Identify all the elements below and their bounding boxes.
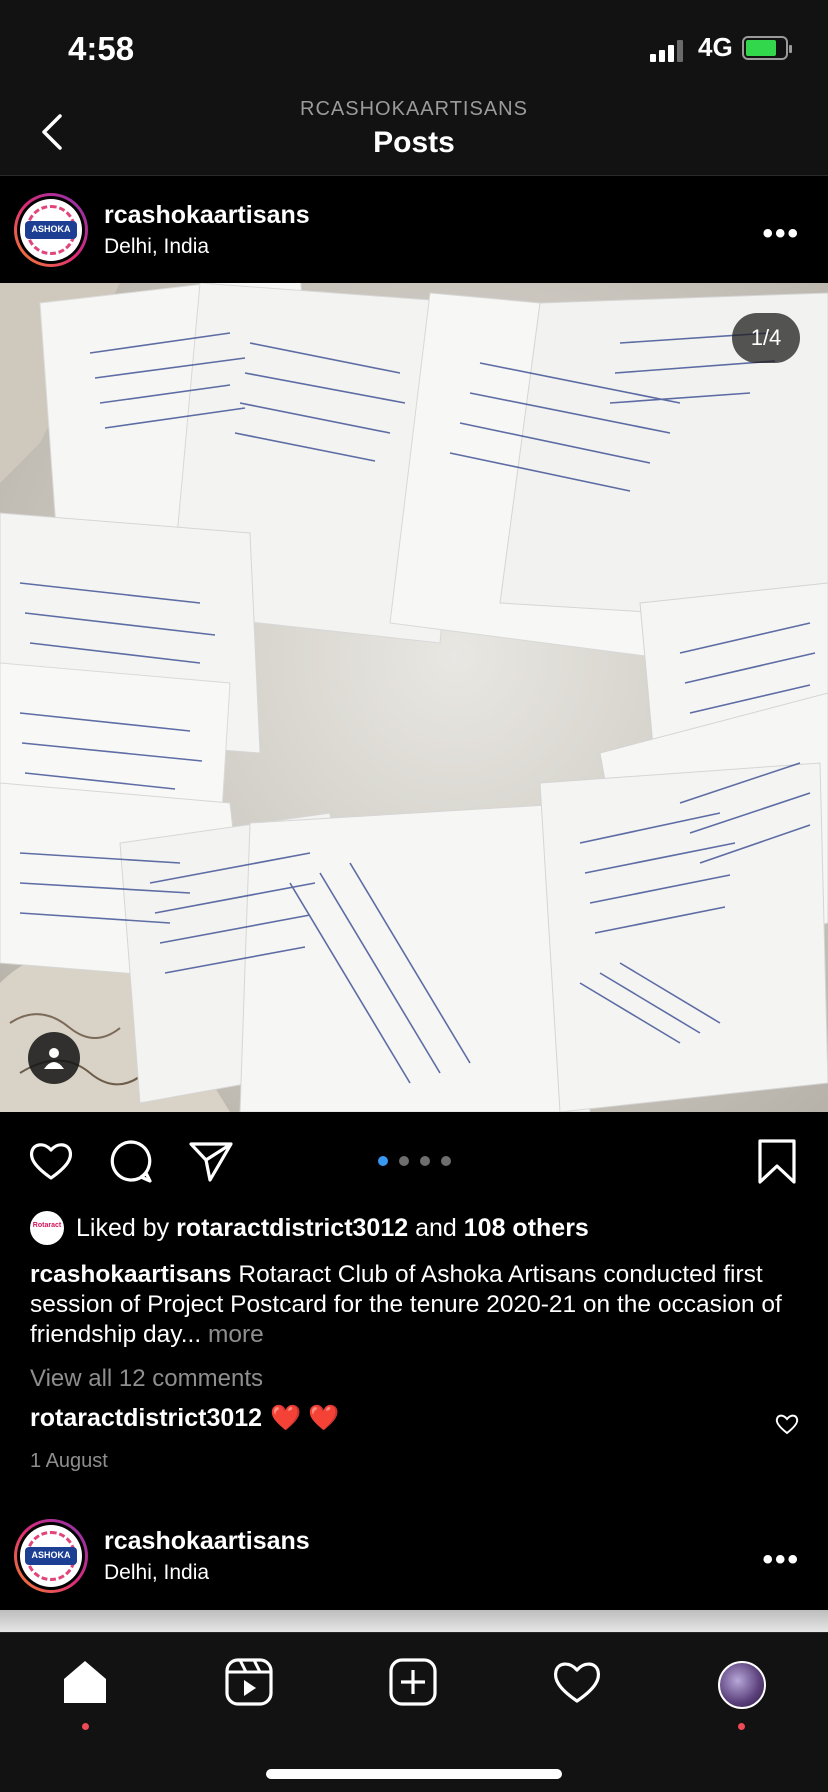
carousel-dot	[441, 1156, 451, 1166]
paper-plane-icon[interactable]	[186, 1136, 236, 1186]
comment-text: ❤️ ❤️	[270, 1404, 340, 1432]
comment: rotaractdistrict3012 ❤️ ❤️	[30, 1404, 339, 1433]
likes-middle: and	[415, 1213, 457, 1242]
post-username[interactable]: rcashokaartisans	[104, 1527, 310, 1556]
next-post-image[interactable]	[0, 1610, 828, 1632]
status-bar: 4:58 4G	[0, 0, 828, 90]
post-image[interactable]: 1/4	[0, 283, 828, 1112]
bottom-tab-bar	[0, 1632, 828, 1792]
post-header-next: ASHOKA rcashokaartisans Delhi, India •••	[0, 1503, 828, 1609]
account-label: RCASHOKAARTISANS	[300, 98, 528, 120]
post-location[interactable]: Delhi, India	[104, 235, 209, 259]
bookmark-icon[interactable]	[752, 1136, 802, 1186]
avatar[interactable]: ASHOKA	[14, 193, 88, 267]
liker-avatar: Rotaract	[30, 1211, 64, 1245]
post-actions	[0, 1112, 828, 1208]
activity-heart-icon[interactable]	[550, 1655, 604, 1709]
avatar-brand-text: ASHOKA	[31, 223, 71, 234]
heart-icon[interactable]	[26, 1136, 76, 1186]
likes-others[interactable]: 108 others	[464, 1214, 589, 1243]
avatar-brand-text: ASHOKA	[31, 1549, 71, 1560]
post-header: ASHOKA rcashokaartisans Delhi, India •••	[0, 177, 828, 283]
comment-username[interactable]: rotaractdistrict3012	[30, 1404, 262, 1432]
likes-prefix: Liked by	[76, 1213, 170, 1242]
nav-header: RCASHOKAARTISANS Posts	[0, 90, 828, 176]
more-options-icon[interactable]: •••	[762, 217, 800, 251]
likes-summary[interactable]: Rotaract Liked by rotaractdistrict3012 a…	[30, 1210, 589, 1246]
carousel-dot	[399, 1156, 409, 1166]
caption-username[interactable]: rcashokaartisans	[30, 1261, 232, 1288]
reels-icon[interactable]	[222, 1655, 276, 1709]
more-options-icon[interactable]: •••	[762, 1543, 800, 1577]
battery-icon	[742, 36, 792, 60]
view-comments-link[interactable]: View all 12 comments	[30, 1365, 263, 1393]
liker-username[interactable]: rotaractdistrict3012	[176, 1214, 408, 1243]
profile-notification-dot	[738, 1723, 745, 1730]
profile-avatar[interactable]	[718, 1661, 766, 1709]
person-tag-icon[interactable]	[28, 1032, 80, 1084]
comment-bubble-icon[interactable]	[106, 1136, 156, 1186]
avatar[interactable]: ASHOKA	[14, 1519, 88, 1593]
postcards-photo	[0, 283, 828, 1112]
home-notification-dot	[82, 1723, 89, 1730]
post-date: 1 August	[30, 1450, 108, 1472]
carousel-dot	[420, 1156, 430, 1166]
post-location[interactable]: Delhi, India	[104, 1561, 209, 1585]
home-icon[interactable]	[58, 1655, 112, 1709]
comment-like-icon[interactable]	[774, 1412, 800, 1436]
post-username[interactable]: rcashokaartisans	[104, 201, 310, 230]
carousel-dot	[378, 1156, 388, 1166]
carousel-dots	[378, 1156, 451, 1166]
clock: 4:58	[68, 30, 135, 67]
create-icon[interactable]	[386, 1655, 440, 1709]
image-counter: 1/4	[732, 313, 800, 363]
post-caption: rcashokaartisans Rotaract Club of Ashoka…	[30, 1260, 805, 1350]
signal-icon	[650, 38, 683, 62]
home-indicator	[266, 1769, 562, 1779]
caption-more-link[interactable]: more	[208, 1321, 264, 1348]
page-title: Posts	[373, 126, 455, 159]
network-type: 4G	[698, 32, 733, 62]
